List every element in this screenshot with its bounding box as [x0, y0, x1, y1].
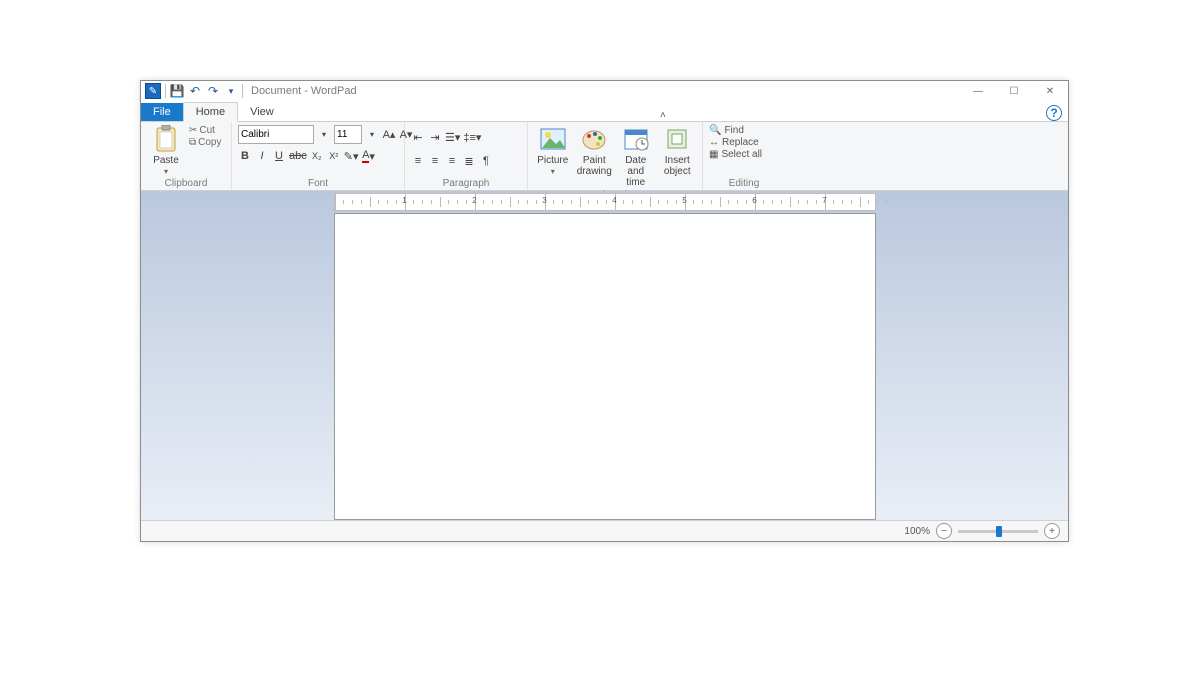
strikethrough-button[interactable]: abc — [289, 148, 307, 164]
cut-button[interactable]: ✂Cut — [189, 125, 222, 136]
find-button[interactable]: 🔍Find — [709, 125, 762, 136]
superscript-button[interactable]: X² — [327, 148, 341, 164]
qat-separator — [165, 84, 166, 98]
replace-button[interactable]: ↔Replace — [709, 137, 762, 148]
help-icon[interactable]: ? — [1046, 105, 1062, 121]
chevron-down-icon[interactable]: ▾ — [365, 127, 379, 143]
quick-access-toolbar: ✎ 💾 ↶ ↷ ▾ — [141, 83, 243, 99]
chevron-down-icon[interactable]: ▾ — [317, 127, 331, 143]
group-paragraph: ⇤ ⇥ ☰▾ ‡≡▾ ≡ ≡ ≡ ≣ ¶ Paragraph — [405, 122, 528, 190]
replace-icon: ↔ — [709, 137, 719, 148]
find-icon: 🔍 — [709, 125, 721, 136]
zoom-out-button[interactable]: − — [936, 523, 952, 539]
clipboard-icon — [152, 125, 180, 153]
group-label-editing: Editing — [709, 177, 779, 189]
date-time-button[interactable]: Date and time — [617, 125, 655, 188]
undo-icon[interactable]: ↶ — [188, 84, 202, 98]
line-spacing-button[interactable]: ‡≡▾ — [463, 129, 481, 145]
ribbon-tabs: File Home View ˄ ? — [141, 101, 1068, 122]
group-label-paragraph: Paragraph — [411, 177, 521, 189]
font-color-button[interactable]: A▾ — [362, 148, 376, 164]
decrease-indent-button[interactable]: ⇤ — [411, 129, 425, 145]
zoom-in-button[interactable]: + — [1044, 523, 1060, 539]
chevron-down-icon: ▾ — [164, 168, 168, 177]
font-family-combo[interactable] — [238, 125, 314, 144]
calendar-icon — [622, 125, 650, 153]
select-all-icon: ▦ — [709, 149, 718, 160]
window-title: Document - WordPad — [251, 85, 357, 97]
align-center-button[interactable]: ≡ — [428, 153, 442, 169]
align-left-button[interactable]: ≡ — [411, 153, 425, 169]
group-label-font: Font — [238, 177, 398, 189]
paint-icon — [580, 125, 608, 153]
group-font: ▾ ▾ A▴ A▾ B I U abc X₂ X² ✎▾ A▾ Font — [232, 122, 405, 190]
window-controls: — ☐ ✕ — [960, 81, 1068, 101]
workspace: 1234567 — [141, 191, 1068, 520]
close-button[interactable]: ✕ — [1032, 81, 1068, 101]
copy-button[interactable]: ⧉Copy — [189, 137, 222, 148]
chevron-down-icon: ▾ — [551, 168, 555, 177]
picture-icon — [539, 125, 567, 153]
ruler[interactable]: 1234567 — [334, 193, 876, 211]
zoom-level: 100% — [904, 526, 930, 537]
object-icon — [663, 125, 691, 153]
insert-object-button[interactable]: Insert object — [659, 125, 697, 177]
group-label-clipboard: Clipboard — [147, 177, 225, 189]
highlight-button[interactable]: ✎▾ — [344, 148, 359, 164]
font-size-combo[interactable] — [334, 125, 362, 144]
zoom-slider[interactable] — [958, 530, 1038, 533]
copy-icon: ⧉ — [189, 137, 196, 148]
align-right-button[interactable]: ≡ — [445, 153, 459, 169]
bold-button[interactable]: B — [238, 148, 252, 164]
tab-view[interactable]: View — [238, 103, 286, 121]
underline-button[interactable]: U — [272, 148, 286, 164]
scissors-icon: ✂ — [189, 125, 197, 136]
paint-drawing-button[interactable]: Paint drawing — [576, 125, 614, 177]
increase-indent-button[interactable]: ⇥ — [428, 129, 442, 145]
paste-button[interactable]: Paste ▾ — [147, 125, 185, 177]
status-bar: 100% − + — [141, 520, 1068, 541]
justify-button[interactable]: ≣ — [462, 153, 476, 169]
maximize-button[interactable]: ☐ — [996, 81, 1032, 101]
paste-label: Paste — [153, 155, 179, 166]
bullets-button[interactable]: ☰▾ — [445, 129, 460, 145]
group-editing: 🔍Find ↔Replace ▦Select all Editing — [703, 122, 785, 190]
subscript-button[interactable]: X₂ — [310, 148, 324, 164]
tab-home[interactable]: Home — [183, 102, 238, 122]
document-page[interactable] — [334, 213, 876, 520]
zoom-slider-thumb[interactable] — [996, 526, 1002, 537]
redo-icon[interactable]: ↷ — [206, 84, 220, 98]
app-icon: ✎ — [145, 83, 161, 99]
grow-font-button[interactable]: A▴ — [382, 127, 396, 143]
insert-picture-button[interactable]: Picture▾ — [534, 125, 572, 177]
save-icon[interactable]: 💾 — [170, 84, 184, 98]
collapse-ribbon-icon[interactable]: ˄ — [660, 110, 666, 121]
select-all-button[interactable]: ▦Select all — [709, 149, 762, 160]
group-insert: Picture▾ Paint drawing Date and time Ins… — [528, 122, 703, 190]
titlebar: ✎ 💾 ↶ ↷ ▾ Document - WordPad — ☐ ✕ — [141, 81, 1068, 101]
paragraph-dialog-button[interactable]: ¶ — [479, 153, 493, 169]
qat-separator — [242, 84, 243, 98]
qat-customize-icon[interactable]: ▾ — [224, 84, 238, 98]
ribbon: Paste ▾ ✂Cut ⧉Copy Clipboard ▾ ▾ A▴ — [141, 122, 1068, 191]
tab-file[interactable]: File — [141, 103, 183, 121]
group-clipboard: Paste ▾ ✂Cut ⧉Copy Clipboard — [141, 122, 232, 190]
minimize-button[interactable]: — — [960, 81, 996, 101]
wordpad-window: ✎ 💾 ↶ ↷ ▾ Document - WordPad — ☐ ✕ File … — [140, 80, 1069, 542]
italic-button[interactable]: I — [255, 148, 269, 164]
